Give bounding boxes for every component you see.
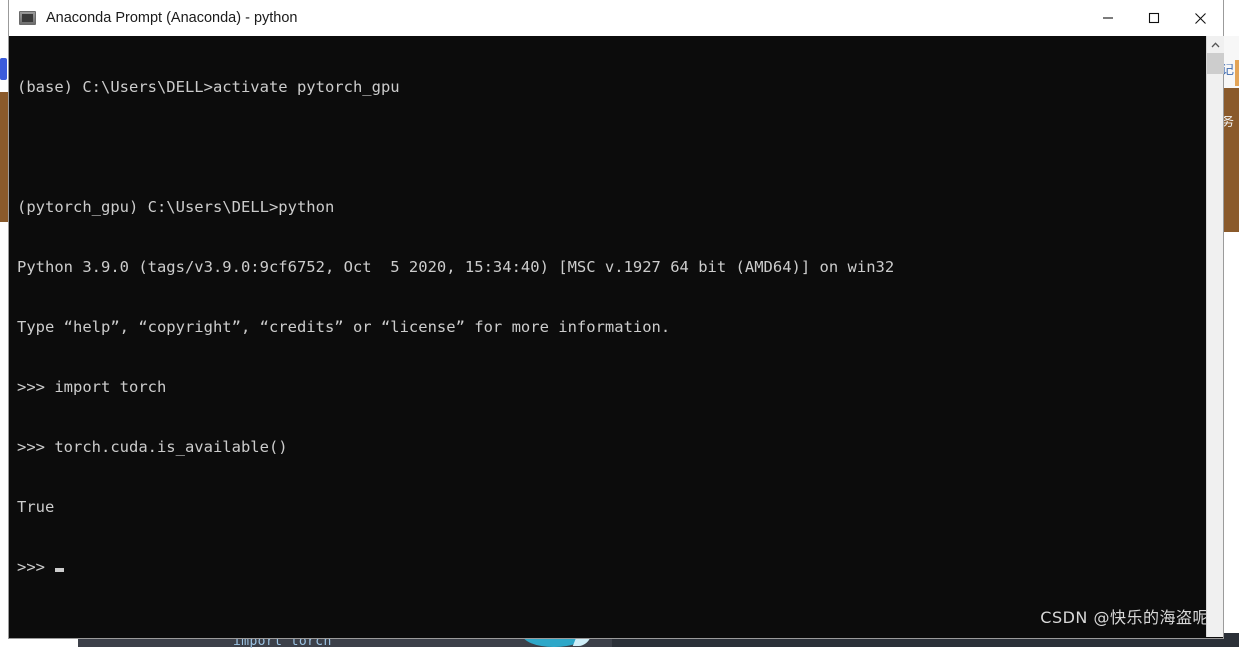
window-titlebar[interactable]: Anaconda Prompt (Anaconda) - python xyxy=(9,0,1223,36)
terminal-text: (base) C:\Users\DELL>activate pytorch_gp… xyxy=(17,37,894,617)
terminal-line: >>> torch.cuda.is_available() xyxy=(17,438,288,456)
console-icon xyxy=(19,11,36,25)
anaconda-prompt-window[interactable]: Anaconda Prompt (Anaconda) - python (bas… xyxy=(8,0,1224,639)
terminal-prompt-line: >>> xyxy=(17,557,894,577)
scroll-thumb[interactable] xyxy=(1207,53,1224,74)
terminal-line: True xyxy=(17,498,55,516)
terminal-line: Type “help”, “copyright”, “credits” or “… xyxy=(17,318,671,336)
chevron-up-icon xyxy=(1211,41,1220,47)
terminal-line: Python 3.9.0 (tags/v3.9.0:9cf6752, Oct 5… xyxy=(17,258,895,276)
scroll-up-button[interactable] xyxy=(1207,36,1224,53)
close-button[interactable] xyxy=(1177,0,1223,36)
minimize-button[interactable] xyxy=(1085,0,1131,36)
window-controls[interactable] xyxy=(1085,0,1223,36)
csdn-watermark: CSDN @快乐的海盗呢 xyxy=(1040,608,1209,627)
background-left-icon xyxy=(0,58,7,80)
text-cursor xyxy=(55,568,64,572)
close-icon xyxy=(1194,12,1206,24)
terminal-output-area[interactable]: (base) C:\Users\DELL>activate pytorch_gp… xyxy=(9,36,1223,638)
terminal-scrollbar[interactable] xyxy=(1206,36,1224,637)
prompt-symbol: >>> xyxy=(17,558,45,576)
terminal-line: (pytorch_gpu) C:\Users\DELL>python xyxy=(17,198,335,216)
window-title: Anaconda Prompt (Anaconda) - python xyxy=(46,10,298,26)
terminal-line: (base) C:\Users\DELL>activate pytorch_gp… xyxy=(17,78,400,96)
terminal-line: >>> import torch xyxy=(17,378,167,396)
minimize-icon xyxy=(1103,17,1113,19)
maximize-icon xyxy=(1148,12,1160,24)
maximize-button[interactable] xyxy=(1131,0,1177,36)
